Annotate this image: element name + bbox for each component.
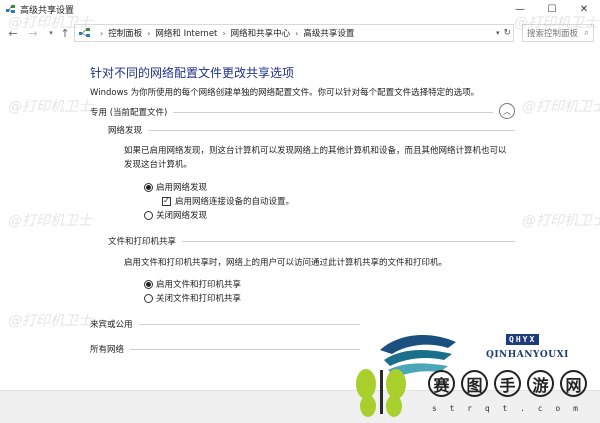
watermark-text: @打印机卫士 bbox=[8, 15, 92, 31]
watermark-text: @打印机卫士 bbox=[522, 99, 600, 115]
radio-unselected[interactable] bbox=[144, 293, 153, 303]
butterfly-icon bbox=[356, 369, 406, 417]
radio-unselected[interactable] bbox=[144, 210, 153, 220]
watermark-text: @打印机卫士 bbox=[8, 213, 92, 229]
divider bbox=[173, 111, 493, 113]
breadcrumb-separator-icon: › bbox=[100, 28, 104, 38]
file-printer-sharing-header: 文件和打印机共享 bbox=[108, 235, 515, 247]
guest-public-section[interactable]: 来宾或公用 bbox=[90, 318, 360, 330]
saitu-characters: 赛 图 手 游 网 bbox=[428, 370, 587, 397]
watermark-text: @打印机卫士 bbox=[8, 99, 92, 115]
saitu-logo: 赛 图 手 游 网 s t r q t . c o m bbox=[352, 362, 592, 418]
breadcrumb-control-panel[interactable]: 控制面板 bbox=[108, 27, 142, 39]
file-printer-sharing-on-option[interactable]: 启用文件和打印机共享 bbox=[144, 278, 241, 290]
breadcrumb-separator-icon: › bbox=[295, 28, 299, 38]
address-bar[interactable]: › 控制面板 › 网络和 Internet › 网络和共享中心 › 高级共享设置… bbox=[74, 24, 514, 42]
network-discovery-title: 网络发现 bbox=[108, 126, 143, 136]
logo-character: 赛 bbox=[428, 370, 455, 397]
checkbox-checked[interactable]: ✓ bbox=[162, 196, 171, 206]
network-discovery-header: 网络发现 bbox=[108, 124, 515, 136]
watermark-text: @打印机卫士 bbox=[522, 213, 600, 229]
file-printer-sharing-off-option[interactable]: 关闭文件和打印机共享 bbox=[144, 292, 241, 304]
network-discovery-description: 如果已启用网络发现，则这台计算机可以发现网络上的其他计算机和设备，而且其他网络计… bbox=[124, 146, 507, 170]
breadcrumb-separator-icon: › bbox=[147, 28, 151, 38]
file-printer-sharing-on-label: 启用文件和打印机共享 bbox=[156, 280, 242, 290]
logo-character: 手 bbox=[494, 370, 521, 397]
breadcrumb-network-sharing-center[interactable]: 网络和共享中心 bbox=[231, 27, 291, 39]
network-discovery-off-label: 关闭网络发现 bbox=[156, 211, 208, 221]
watermark-text: @打印机卫士 bbox=[8, 313, 92, 329]
private-profile-label: 专用 (当前配置文件) bbox=[90, 108, 168, 118]
chevron-up-icon: ︿ bbox=[503, 106, 511, 116]
private-profile-section[interactable]: 专用 (当前配置文件) ︿ bbox=[90, 103, 515, 119]
address-dropdown-icon[interactable]: ▾ bbox=[496, 29, 500, 37]
page-title: 针对不同的网络配置文件更改共享选项 bbox=[90, 66, 295, 80]
file-printer-sharing-off-label: 关闭文件和打印机共享 bbox=[156, 294, 242, 304]
auto-setup-label: 启用网络连接设备的自动设置。 bbox=[175, 197, 295, 207]
file-printer-sharing-description: 启用文件和打印机共享时，网络上的用户可以访问通过此计算机共享的文件和打印机。 bbox=[124, 258, 448, 268]
breadcrumb-separator-icon: › bbox=[222, 28, 226, 38]
logo-character: 图 bbox=[461, 370, 488, 397]
divider bbox=[148, 129, 515, 131]
logo-character: 网 bbox=[560, 370, 587, 397]
all-networks-section[interactable]: 所有网络 bbox=[90, 343, 360, 355]
guest-public-label: 来宾或公用 bbox=[90, 320, 133, 330]
network-discovery-on-option[interactable]: 启用网络发现 bbox=[144, 181, 207, 193]
qinhanyouxi-label: QINHANYOUXI bbox=[486, 350, 569, 360]
refresh-icon[interactable]: ↻ bbox=[503, 28, 511, 38]
radio-selected[interactable] bbox=[144, 279, 153, 289]
qhyx-badge: QHYX bbox=[506, 334, 540, 345]
radio-selected[interactable] bbox=[144, 182, 153, 192]
breadcrumb-network-internet[interactable]: 网络和 Internet bbox=[155, 27, 217, 39]
divider bbox=[138, 323, 360, 325]
divider bbox=[182, 240, 515, 242]
network-discovery-on-label: 启用网络发现 bbox=[156, 183, 208, 193]
qhyx-short-label: QHYX bbox=[506, 334, 540, 345]
auto-setup-option[interactable]: ✓ 启用网络连接设备的自动设置。 bbox=[162, 195, 294, 207]
divider bbox=[130, 348, 360, 350]
page-description: Windows 为你所使用的每个网络创建单独的网络配置文件。你可以针对每个配置文… bbox=[90, 88, 480, 98]
saitu-domain: s t r q t . c o m bbox=[432, 404, 582, 413]
check-icon: ✓ bbox=[163, 196, 170, 205]
logo-character: 游 bbox=[527, 370, 554, 397]
file-printer-sharing-title: 文件和打印机共享 bbox=[108, 237, 177, 247]
network-discovery-off-option[interactable]: 关闭网络发现 bbox=[144, 209, 207, 221]
watermark-text: @打印机卫士 bbox=[514, 15, 598, 31]
collapse-button[interactable]: ︿ bbox=[499, 103, 515, 119]
all-networks-label: 所有网络 bbox=[90, 345, 125, 355]
breadcrumb-advanced-sharing[interactable]: 高级共享设置 bbox=[303, 27, 354, 39]
